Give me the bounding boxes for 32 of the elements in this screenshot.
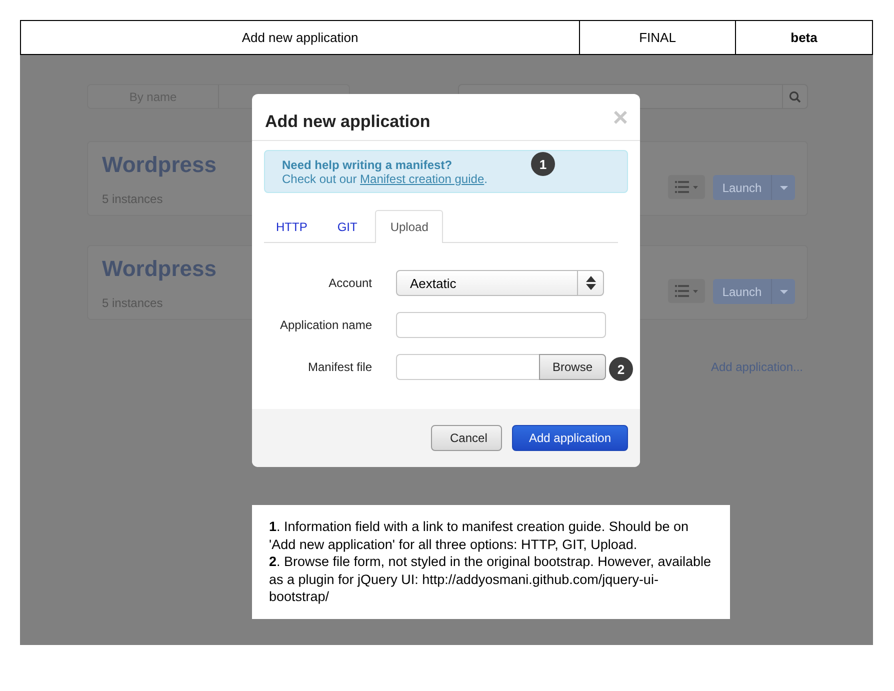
search-icon — [789, 90, 801, 102]
note-text: 1. Information field with a link to manifest creation guide. Should be on 'Add new application' for all three options: HTTP, GIT, Upload. — [269, 518, 690, 553]
note-text: 2. Browse file form, not styled in the original bootstrap. However, available as a plugin for jQuery UI: http://addyosmani.github.com/jquery-ui-bootstrap/ — [269, 553, 712, 606]
callout-number: 2 — [609, 357, 633, 381]
page-title: Add new application — [21, 21, 580, 54]
tab[interactable]: GIT — [325, 210, 370, 242]
tab[interactable]: HTTP — [264, 210, 320, 242]
dialog-title: Add new application — [265, 112, 430, 132]
list-icon — [674, 285, 698, 297]
alert-heading: Need help writing a manifest? — [282, 158, 452, 172]
cancel-button[interactable]: Cancel — [431, 425, 502, 451]
caret-icon — [780, 290, 788, 294]
browse-button[interactable]: Browse — [539, 354, 606, 380]
field-label: Manifest file — [306, 360, 372, 374]
alert-text: Check out our Manifest creation guide. — [282, 172, 488, 186]
field-label: Application name — [278, 318, 372, 332]
tab[interactable]: Upload — [375, 210, 444, 243]
app-name: Wordpress — [102, 152, 217, 178]
status-label: FINAL — [580, 21, 736, 54]
up-down-icon — [584, 275, 596, 291]
guide-link[interactable]: Manifest creation guide — [360, 172, 484, 186]
app-name: Wordpress — [102, 256, 217, 282]
list-menu-button[interactable] — [668, 175, 705, 199]
add-button[interactable]: Add application — [512, 425, 628, 451]
list-menu-button[interactable] — [668, 279, 705, 303]
file-path-field[interactable] — [396, 354, 539, 380]
account-select[interactable]: Aextatic — [396, 270, 604, 296]
list-icon — [674, 181, 698, 193]
caret-icon — [780, 186, 788, 190]
version-label: beta — [790, 29, 818, 47]
field-label: Account — [328, 276, 372, 290]
input-field[interactable] — [396, 312, 606, 338]
